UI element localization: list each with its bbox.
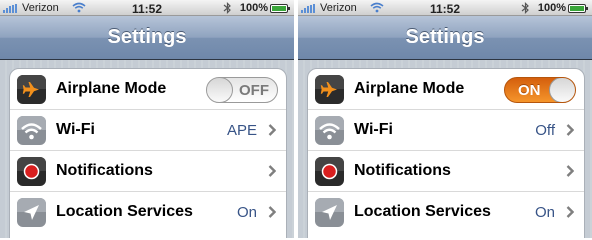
settings-group: Airplane Mode OFF Wi-Fi APE Notification… [9, 68, 287, 238]
location-services-value: On [534, 204, 555, 221]
chevron-right-icon [268, 165, 276, 177]
toggle-state-label: ON [518, 82, 541, 99]
airplane-mode-toggle[interactable]: OFF [206, 77, 278, 103]
page-title: Settings [405, 26, 485, 48]
notifications-label: Notifications [56, 162, 153, 179]
bluetooth-icon [521, 2, 529, 14]
settings-row-wifi[interactable]: Wi-Fi APE [10, 110, 286, 151]
chevron-right-icon [268, 206, 276, 218]
airplane-icon [17, 75, 46, 104]
navigation-bar: Settings [0, 16, 294, 60]
bluetooth-icon [223, 2, 231, 14]
chevron-right-icon [268, 124, 276, 136]
settings-row-airplane-mode[interactable]: Airplane Mode OFF [10, 69, 286, 110]
settings-group: Airplane Mode ON Wi-Fi Off Notifications… [307, 68, 585, 238]
location-services-value: On [236, 204, 257, 221]
battery-icon [270, 4, 290, 13]
status-bar: Verizon 11:52 100% [298, 0, 592, 16]
airplane-mode-toggle[interactable]: ON [504, 77, 576, 103]
airplane-icon [315, 75, 344, 104]
toggle-knob [207, 78, 233, 102]
toggle-state-label: OFF [239, 82, 269, 99]
notifications-icon [17, 157, 46, 186]
settings-row-notifications[interactable]: Notifications [308, 151, 584, 192]
airplane-mode-label: Airplane Mode [56, 80, 167, 97]
location-services-label: Location Services [56, 203, 193, 220]
settings-screen-airplane-off: Verizon 11:52 100% Settings Airplane Mod… [0, 0, 294, 238]
notifications-label: Notifications [354, 162, 451, 179]
wifi-icon [17, 116, 46, 145]
battery-icon [568, 4, 588, 13]
chevron-right-icon [566, 124, 574, 136]
wifi-network-value: APE [226, 122, 257, 139]
toggle-knob [549, 78, 575, 102]
wifi-label: Wi-Fi [56, 121, 95, 138]
battery-percentage: 100% [537, 2, 566, 14]
notifications-icon [315, 157, 344, 186]
status-bar: Verizon 11:52 100% [0, 0, 294, 16]
location-arrow-icon [315, 198, 344, 227]
chevron-right-icon [566, 206, 574, 218]
settings-row-location-services[interactable]: Location Services On [10, 192, 286, 233]
settings-screen-airplane-on: Verizon 11:52 100% Settings Airplane Mod… [298, 0, 592, 238]
location-arrow-icon [17, 198, 46, 227]
wifi-network-value: Off [535, 122, 555, 139]
location-services-label: Location Services [354, 203, 491, 220]
battery-percentage: 100% [239, 2, 268, 14]
navigation-bar: Settings [298, 16, 592, 60]
settings-row-airplane-mode[interactable]: Airplane Mode ON [308, 69, 584, 110]
wifi-icon [315, 116, 344, 145]
settings-row-notifications[interactable]: Notifications [10, 151, 286, 192]
wifi-label: Wi-Fi [354, 121, 393, 138]
settings-row-location-services[interactable]: Location Services On [308, 192, 584, 233]
settings-row-wifi[interactable]: Wi-Fi Off [308, 110, 584, 151]
airplane-mode-label: Airplane Mode [354, 80, 465, 97]
chevron-right-icon [566, 165, 574, 177]
page-title: Settings [107, 26, 187, 48]
